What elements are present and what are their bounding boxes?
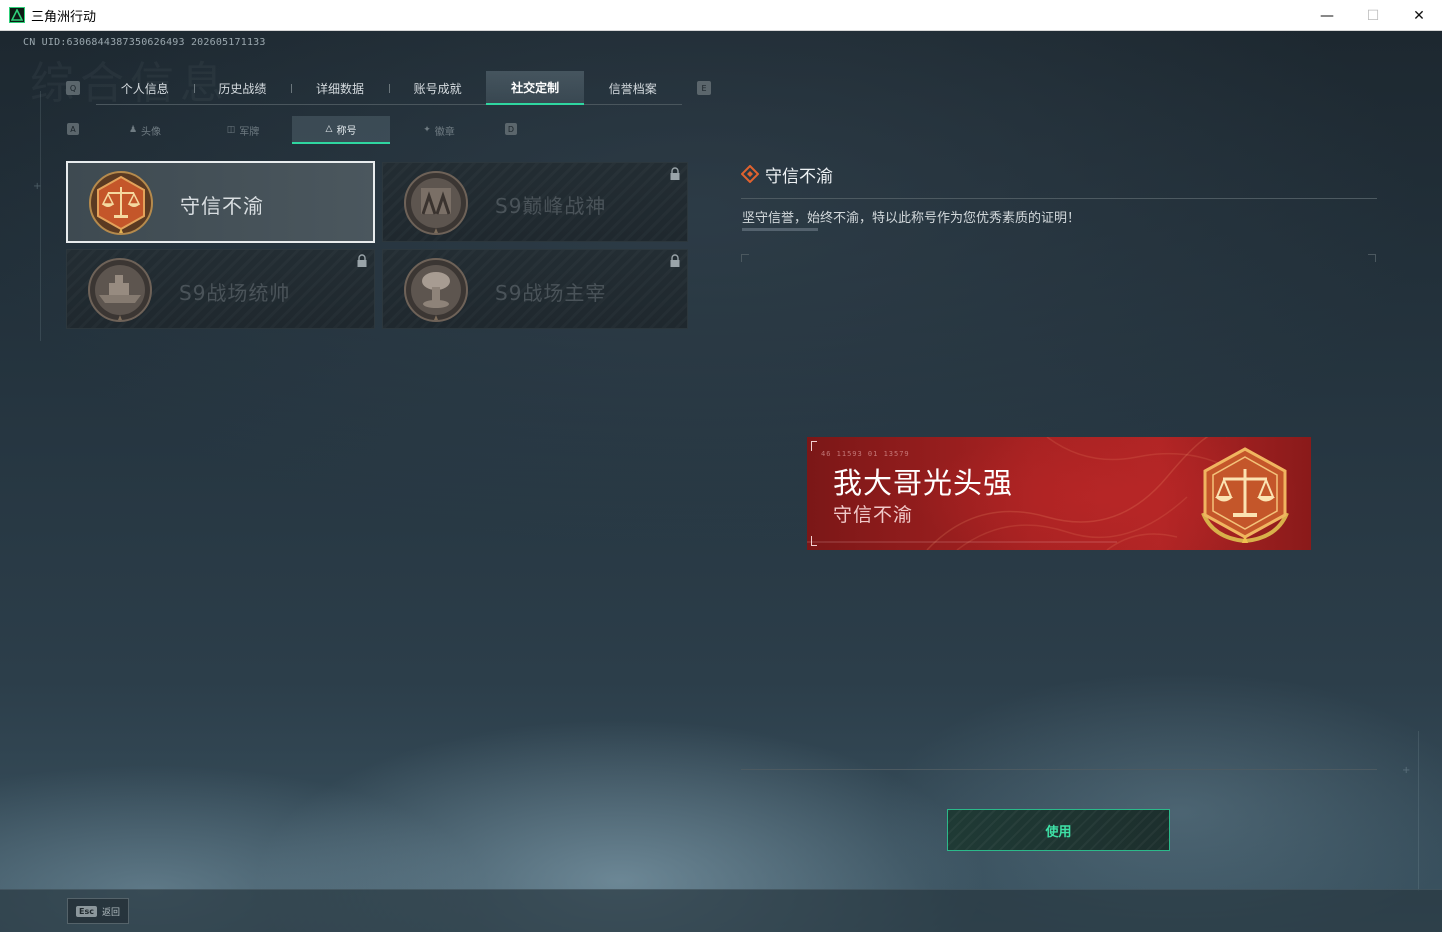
title-preview-banner: 46 11593 01 13579 我大哥光头强 守信不渝 (807, 437, 1311, 550)
scales-badge-icon (89, 171, 153, 235)
sub-tab-bar: ♟ 头像 ◫ 军牌 △ 称号 ✦ 徽章 (96, 116, 488, 144)
hud-line (40, 91, 41, 341)
esc-key-icon: Esc (76, 905, 97, 917)
title-card-label: 守信不渝 (180, 194, 264, 218)
key-hint-next-tab: E (697, 81, 711, 95)
preview-frame-bottom (741, 769, 1377, 770)
title-card-label: S9战场统帅 (179, 281, 291, 305)
soldier-badge-icon (404, 171, 468, 235)
banner-code-text: 46 11593 01 13579 (821, 450, 910, 458)
detail-decoration (742, 228, 818, 231)
preview-player-name: 我大哥光头强 (833, 466, 1014, 500)
lock-icon (670, 167, 680, 180)
mushroom-cloud-badge-icon (404, 258, 468, 322)
close-button[interactable]: ✕ (1396, 0, 1442, 31)
title-card-label: S9战场主宰 (495, 281, 607, 305)
bottom-bar (0, 889, 1442, 932)
minimize-button[interactable]: — (1304, 0, 1350, 31)
back-label: 返回 (101, 907, 120, 918)
lock-icon (670, 254, 680, 267)
banner-bracket (811, 536, 817, 546)
use-title-button[interactable]: 使用 (947, 809, 1170, 851)
hud-line (1418, 731, 1419, 891)
detail-divider (741, 198, 1377, 199)
back-button[interactable]: Esc 返回 (67, 898, 129, 924)
tab-personal-info[interactable]: 个人信息 (96, 71, 194, 105)
main-tab-bar: 个人信息 历史战绩 详细数据 账号成就 社交定制 信誉档案 (96, 71, 682, 105)
emblem-icon: ✦ (423, 125, 431, 135)
key-hint-prev-subtab: A (67, 123, 79, 135)
scales-badge-icon (1201, 447, 1289, 544)
maximize-button[interactable]: ☐ (1350, 0, 1396, 31)
tab-history[interactable]: 历史战绩 (193, 71, 292, 105)
subtab-title[interactable]: △ 称号 (292, 116, 390, 144)
player-uid: CN UID:6306844387350626493 202605171133 (23, 37, 266, 48)
hud-crosshair-icon: + (1402, 765, 1411, 776)
window-titlebar: 三角洲行动 — ☐ ✕ (0, 0, 1442, 31)
detail-title: 守信不渝 (765, 167, 833, 187)
subtab-dogtag-label: 军牌 (239, 126, 260, 138)
triangle-icon: △ (325, 124, 333, 134)
game-canvas: 综合信息 CN UID:6306844387350626493 20260517… (0, 31, 1442, 932)
key-hint-prev-tab: Q (66, 81, 80, 95)
subtab-emblem[interactable]: ✦ 徽章 (390, 116, 488, 144)
title-card-label: S9巅峰战神 (495, 194, 607, 218)
detail-description: 坚守信誉，始终不渝，特以此称号作为您优秀素质的证明！ (742, 211, 1081, 226)
window-title: 三角洲行动 (31, 9, 97, 25)
app-logo-icon (9, 7, 25, 23)
subtab-avatar[interactable]: ♟ 头像 (96, 116, 194, 144)
banner-bracket (811, 441, 817, 451)
subtab-dogtag[interactable]: ◫ 军牌 (194, 116, 292, 144)
subtab-avatar-label: 头像 (141, 126, 162, 138)
subtab-emblem-label: 徽章 (434, 126, 455, 138)
tab-achievements[interactable]: 账号成就 (388, 71, 487, 105)
tab-social-customization[interactable]: 社交定制 (486, 71, 584, 105)
lock-icon (357, 254, 367, 267)
title-card-s9-commander[interactable]: S9战场统帅 (66, 249, 375, 329)
warship-badge-icon (88, 258, 152, 322)
hud-crosshair-icon: + (33, 181, 42, 192)
preview-frame-corner (1368, 254, 1376, 262)
title-card-s9-peak-god[interactable]: S9巅峰战神 (382, 162, 688, 242)
dogtag-icon: ◫ (226, 125, 236, 135)
tab-reputation[interactable]: 信誉档案 (584, 71, 682, 105)
key-hint-next-subtab: D (505, 123, 517, 135)
preview-frame-corner (741, 254, 749, 262)
tab-detailed-data[interactable]: 详细数据 (291, 71, 389, 105)
title-card-integrity[interactable]: 守信不渝 (66, 161, 375, 243)
title-card-s9-dominator[interactable]: S9战场主宰 (382, 249, 688, 329)
person-icon: ♟ (128, 125, 138, 135)
diamond-marker-icon (741, 165, 759, 183)
subtab-title-label: 称号 (336, 125, 357, 137)
preview-title: 守信不渝 (833, 504, 914, 526)
